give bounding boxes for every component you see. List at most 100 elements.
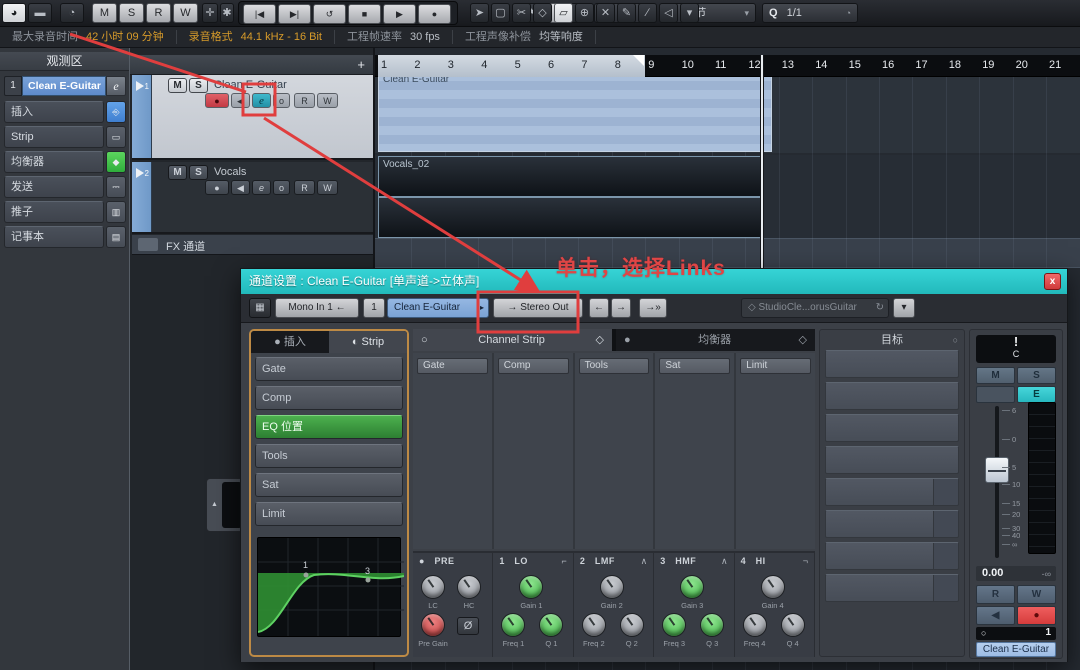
- inserts-icon[interactable]: ⎆: [106, 101, 126, 123]
- edit-button[interactable]: E: [1017, 386, 1056, 403]
- section-label[interactable]: Strip: [4, 126, 104, 148]
- freq-2-knob[interactable]: [582, 613, 606, 637]
- section-label[interactable]: 发送: [4, 176, 104, 198]
- record-enable-button[interactable]: ●: [205, 180, 229, 195]
- notepad-icon[interactable]: ▤: [106, 226, 126, 248]
- dialog-title-bar[interactable]: 通道设置 : Clean E-Guitar [单声道->立体声]: [241, 269, 1067, 294]
- gain-3-knob[interactable]: [680, 575, 704, 599]
- add-track-button[interactable]: +: [357, 57, 365, 72]
- solo-button[interactable]: S: [1017, 367, 1056, 384]
- pan-control[interactable]: ! C: [976, 335, 1056, 363]
- read-automation-button[interactable]: R: [294, 93, 315, 108]
- volume-fader[interactable]: [985, 457, 1009, 483]
- object-selection-tool[interactable]: ➤: [470, 3, 489, 23]
- channel-number-stepper[interactable]: 1: [363, 298, 385, 318]
- tab-inserts[interactable]: ● 插入: [251, 331, 329, 353]
- strip-module-limit[interactable]: Limit: [255, 502, 403, 526]
- cycle-button[interactable]: ↺: [313, 4, 346, 24]
- section-label[interactable]: 推子: [4, 201, 104, 223]
- inspector-section-5[interactable]: 推子▥: [4, 201, 126, 223]
- write-automation-button[interactable]: W: [1017, 585, 1056, 604]
- read-automation-button[interactable]: R: [294, 180, 315, 195]
- strip-column-header[interactable]: Sat: [659, 358, 730, 374]
- automation-w-button[interactable]: W: [173, 3, 198, 23]
- draw-tool[interactable]: ✎: [617, 3, 636, 23]
- input-routing-button[interactable]: Mono In 1 ←: [275, 298, 359, 318]
- gain-4-knob[interactable]: [761, 575, 785, 599]
- q-2-knob[interactable]: [620, 613, 644, 637]
- edit-channel-settings-button[interactable]: e: [252, 93, 271, 108]
- freq-3-knob[interactable]: [662, 613, 686, 637]
- edit-channel-settings-button[interactable]: e: [252, 180, 271, 195]
- copy-settings-button[interactable]: →»: [639, 298, 667, 318]
- split-tool[interactable]: ✂: [512, 3, 531, 23]
- timeline-ruler[interactable]: 123456789101112131415161718192021: [375, 55, 1080, 77]
- destination-slot-1[interactable]: [825, 350, 959, 378]
- color-tool[interactable]: ▾: [680, 3, 699, 23]
- destination-slot-7[interactable]: [825, 542, 959, 570]
- destination-slot-2[interactable]: [825, 382, 959, 410]
- go-to-start-button[interactable]: |◀: [243, 4, 276, 24]
- play-tool[interactable]: ◁: [659, 3, 678, 23]
- play-button[interactable]: ▶: [383, 4, 416, 24]
- channel-name-field[interactable]: Clean E-Guitar▸: [387, 298, 489, 318]
- inspector-section-4[interactable]: 发送⎓: [4, 176, 126, 198]
- automation-m-button[interactable]: M: [92, 3, 117, 23]
- solo-button[interactable]: S: [189, 78, 208, 93]
- listen-button[interactable]: o: [273, 93, 290, 108]
- solo-button[interactable]: S: [189, 165, 208, 180]
- strip-module-sat[interactable]: Sat: [255, 473, 403, 497]
- destination-slot-3[interactable]: [825, 414, 959, 442]
- pre-gain-knob[interactable]: [421, 613, 445, 637]
- range-selection-tool[interactable]: ▢: [491, 3, 510, 23]
- record-enable-button[interactable]: ●: [1017, 606, 1056, 625]
- hc-knob[interactable]: [457, 575, 481, 599]
- automation-r-button[interactable]: R: [146, 3, 171, 23]
- mute-button[interactable]: M: [168, 78, 187, 93]
- strip-module-tools[interactable]: Tools: [255, 444, 403, 468]
- close-icon[interactable]: x: [1044, 273, 1061, 290]
- strip-module-eq-位置[interactable]: EQ 位置: [255, 415, 403, 439]
- destination-slot-sub[interactable]: [933, 575, 958, 601]
- fx-channel-folder[interactable]: FX 通道: [132, 235, 373, 255]
- stop-button[interactable]: ■: [348, 4, 381, 24]
- listen-button[interactable]: o: [273, 180, 290, 195]
- gain-2-knob[interactable]: [600, 575, 624, 599]
- monitor-button[interactable]: ◀: [976, 606, 1015, 625]
- tab-strip[interactable]: ◐ Strip: [329, 331, 407, 353]
- q-4-knob[interactable]: [781, 613, 805, 637]
- destination-slot-sub[interactable]: [933, 543, 958, 569]
- eq-curve-display[interactable]: 1 3: [257, 537, 401, 637]
- glue-tool[interactable]: ◇: [533, 3, 552, 23]
- strip-module-comp[interactable]: Comp: [255, 386, 403, 410]
- volume-value[interactable]: 0.00: [982, 567, 1003, 579]
- sends-icon[interactable]: ⎓: [106, 176, 126, 198]
- nav-next-channel-button[interactable]: →: [611, 298, 631, 318]
- preset-dropdown-button[interactable]: ▾: [893, 298, 915, 318]
- star-icon[interactable]: ✱: [220, 3, 234, 23]
- tab-equalizer[interactable]: ● 均衡器 ◇: [616, 329, 815, 351]
- inspector-track-name[interactable]: Clean E-Guitar▸: [22, 76, 106, 96]
- lc-knob[interactable]: [421, 575, 445, 599]
- nav-prev-channel-button[interactable]: ←: [589, 298, 609, 318]
- destination-slot-5[interactable]: [825, 478, 959, 506]
- record-enable-button[interactable]: ●: [205, 93, 229, 108]
- equalizer-icon[interactable]: ◆: [106, 151, 126, 173]
- listen-button[interactable]: [976, 386, 1015, 403]
- crosshair-icon[interactable]: ✛: [202, 3, 218, 23]
- view-options-icon[interactable]: ▦: [249, 298, 271, 318]
- section-label[interactable]: 均衡器: [4, 151, 104, 173]
- freq-4-knob[interactable]: [743, 613, 767, 637]
- read-automation-button[interactable]: R: [976, 585, 1015, 604]
- output-routing-button[interactable]: → Stereo Out: [493, 298, 583, 318]
- write-automation-button[interactable]: W: [317, 180, 338, 195]
- destination-slot-sub[interactable]: [933, 479, 958, 505]
- section-label[interactable]: 记事本: [4, 226, 104, 248]
- q-3-knob[interactable]: [700, 613, 724, 637]
- record-button[interactable]: ●: [418, 4, 451, 24]
- activity-icon[interactable]: ◕: [2, 3, 26, 23]
- strip-module-gate[interactable]: Gate: [255, 357, 403, 381]
- section-label[interactable]: 插入: [4, 101, 104, 123]
- destination-slot-4[interactable]: [825, 446, 959, 474]
- strip-column-header[interactable]: Comp: [498, 358, 569, 374]
